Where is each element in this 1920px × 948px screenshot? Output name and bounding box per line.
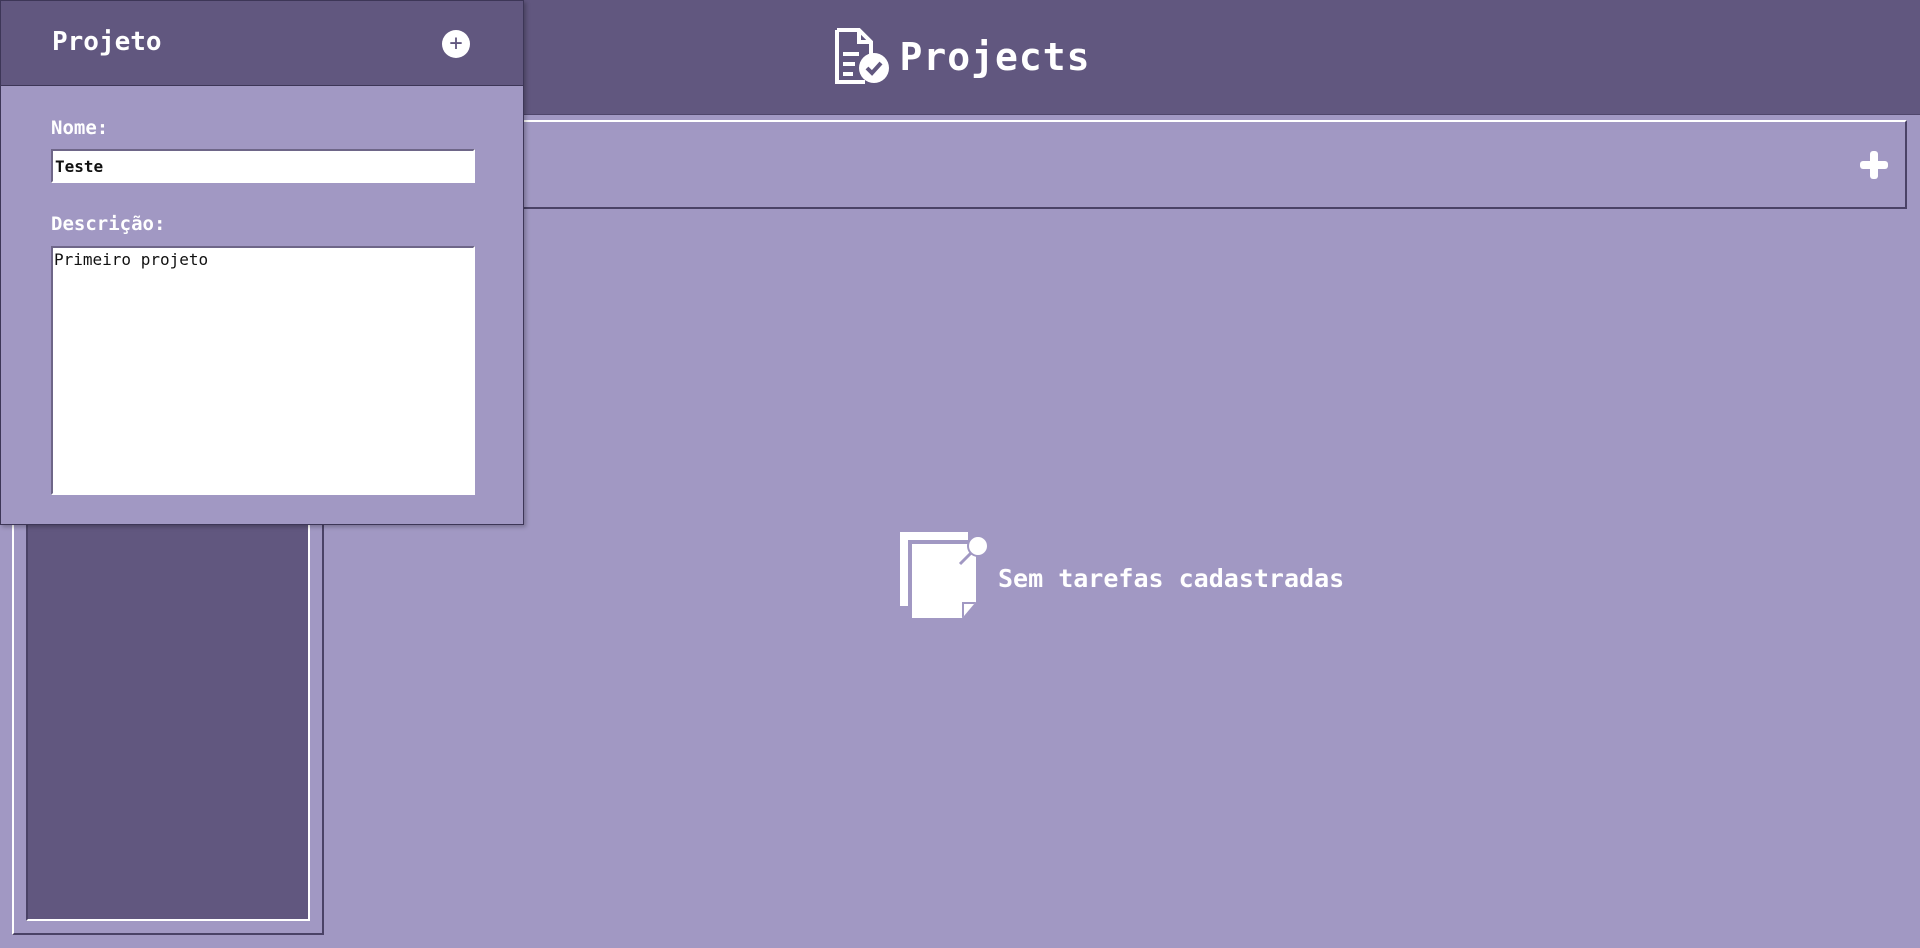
panel-header: Projeto + [1, 1, 523, 86]
project-form-panel: Projeto + Nome: Descrição: Primeiro proj… [0, 0, 524, 525]
sticky-note-icon [898, 530, 990, 626]
panel-title: Projeto [52, 27, 162, 57]
clipboard-check-icon [829, 24, 893, 90]
plus-circle-icon[interactable]: + [442, 30, 470, 58]
description-label: Descrição: [51, 213, 166, 235]
empty-state-text: Sem tarefas cadastradas [998, 563, 1345, 593]
task-toolbar [318, 120, 1907, 209]
header-brand: Projects [829, 24, 1090, 90]
empty-state: Sem tarefas cadastradas [898, 530, 1344, 626]
page-title: Projects [899, 35, 1091, 79]
name-label: Nome: [51, 117, 109, 139]
name-field[interactable] [51, 149, 475, 183]
plus-icon[interactable] [1857, 148, 1891, 182]
description-field[interactable]: Primeiro projeto [51, 246, 475, 495]
